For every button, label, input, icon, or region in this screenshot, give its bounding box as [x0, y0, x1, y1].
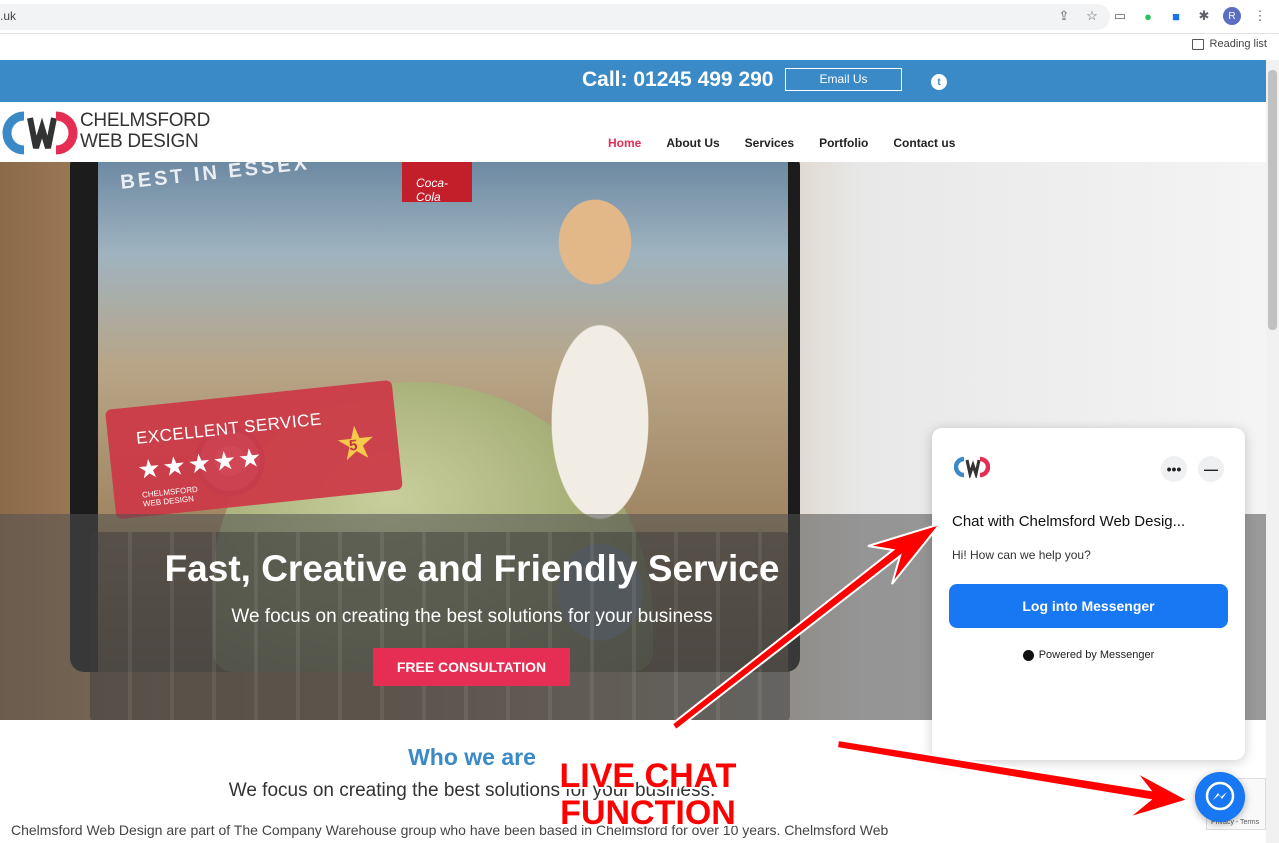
annotation-line-2: FUNCTION [560, 794, 736, 832]
logo-line-2: WEB DESIGN [80, 131, 199, 152]
messenger-chat-popup: ••• — Chat with Chelmsford Web Desig... … [932, 428, 1245, 760]
who-we-are-paragraph: Chelmsford Web Design are part of The Co… [11, 822, 889, 838]
chat-title: Chat with Chelmsford Web Desig... [952, 513, 1186, 530]
card-title: EXCELLENT SERVICE [135, 409, 323, 448]
email-us-button[interactable]: Email Us [785, 68, 902, 91]
free-consultation-button[interactable]: FREE CONSULTATION [373, 648, 570, 686]
reading-list-label: Reading list [1209, 38, 1267, 50]
messenger-launcher-button[interactable] [1195, 772, 1245, 822]
address-bar[interactable] [0, 4, 1110, 30]
powered-label: Powered by Messenger [1038, 649, 1155, 661]
url-text[interactable]: .uk [0, 9, 16, 23]
contact-topbar: Call: 01245 499 290 Email Us t [0, 60, 1266, 102]
chat-brand-logo [954, 456, 990, 478]
chat-options-button[interactable]: ••• [1161, 456, 1187, 482]
annotation-line-1: LIVE CHAT [559, 757, 737, 795]
nav-home[interactable]: Home [608, 136, 641, 150]
cast-icon[interactable]: ▭ [1111, 7, 1129, 25]
nav-about-us[interactable]: About Us [666, 136, 719, 150]
main-nav: Home About Us Services Portfolio Contact… [608, 136, 955, 150]
chat-greeting: Hi! How can we help you? [952, 548, 1091, 562]
hero-subtitle: We focus on creating the best solutions … [231, 606, 713, 627]
site-logo-text[interactable]: CHELMSFORD WEB DESIGN [80, 110, 210, 152]
live-chat-annotation: LIVE CHAT FUNCTION [548, 758, 748, 832]
powered-by-messenger: Powered by Messenger [932, 649, 1245, 661]
bookmark-star-icon[interactable]: ☆ [1083, 7, 1101, 25]
browser-actions: ⇪ ☆ ▭ ● ■ ✱ R ⋮ [1055, 7, 1269, 25]
extension-icon[interactable]: ■ [1167, 7, 1185, 25]
page-scrollbar[interactable] [1266, 60, 1279, 843]
site-header: CHELMSFORD WEB DESIGN Home About Us Serv… [0, 102, 1266, 162]
profile-avatar[interactable]: R [1223, 7, 1241, 25]
messenger-icon [1022, 649, 1034, 661]
card-stars: ★★★★★ [135, 441, 265, 485]
bookmarks-bar: Reading list [0, 34, 1279, 58]
chat-minimize-button[interactable]: — [1198, 456, 1224, 482]
cola-label: Coca-Cola [416, 176, 449, 204]
evernote-extension-icon[interactable]: ● [1139, 7, 1157, 25]
who-we-are-heading: Who we are [408, 744, 536, 770]
share-icon[interactable]: ⇪ [1055, 7, 1073, 25]
hero-title: Fast, Creative and Friendly Service [164, 548, 780, 589]
reading-list-button[interactable]: Reading list [1191, 38, 1267, 50]
nav-contact-us[interactable]: Contact us [893, 136, 955, 150]
logo-line-1: CHELMSFORD [80, 110, 211, 131]
who-we-are-subtitle: We focus on creating the best solutions … [228, 780, 716, 801]
phone-number[interactable]: Call: 01245 499 290 [582, 68, 773, 92]
card-brand: CHELMSFORD WEB DESIGN [142, 485, 200, 509]
nav-portfolio[interactable]: Portfolio [819, 136, 868, 150]
browser-toolbar: .uk ⇪ ☆ ▭ ● ■ ✱ R ⋮ [0, 0, 1279, 34]
browser-menu-icon[interactable]: ⋮ [1251, 7, 1269, 25]
twitter-icon[interactable]: t [931, 74, 947, 90]
reading-list-icon [1191, 38, 1204, 50]
nav-services[interactable]: Services [745, 136, 794, 150]
log-into-messenger-button[interactable]: Log into Messenger [949, 584, 1228, 628]
puzzle-extensions-icon[interactable]: ✱ [1195, 7, 1213, 25]
site-logo[interactable] [0, 110, 80, 156]
star-badge-number: 5 [348, 436, 359, 455]
scrollbar-thumb[interactable] [1268, 70, 1277, 330]
coca-cola-cooler: Coca-Cola [402, 162, 472, 204]
